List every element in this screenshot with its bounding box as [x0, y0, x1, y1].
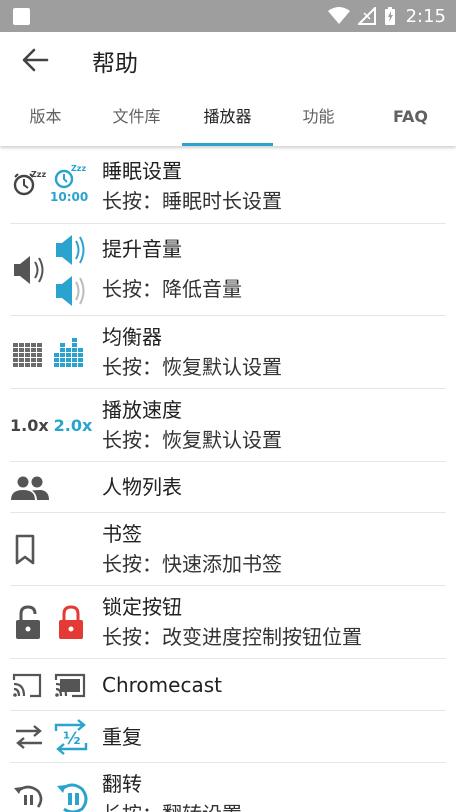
svg-text:10:00: 10:00 — [50, 190, 88, 204]
help-list: Zzz Zzz 10:00 睡眠设置 长按：睡眠时长设置 提升音量 长按：降低音… — [0, 146, 456, 812]
item-title: 均衡器 — [102, 325, 162, 349]
item-title: Chromecast — [102, 673, 222, 697]
sleep-timer-icon: Zzz Zzz 10:00 — [10, 146, 92, 224]
notification-icon — [13, 8, 30, 25]
item-subtitle: 长按：降低音量 — [102, 277, 242, 301]
svg-text:Zzz: Zzz — [31, 170, 46, 179]
tab-label: 功能 — [302, 107, 335, 126]
svg-text:½: ½ — [63, 729, 81, 749]
lock-icon — [10, 586, 92, 659]
tab-player[interactable]: 播放器 — [182, 88, 273, 146]
tab-library[interactable]: 文件库 — [91, 88, 182, 146]
battery-icon — [384, 7, 395, 25]
repeat-icon: ½ — [10, 711, 92, 763]
list-item-bookmark[interactable]: 书签 长按：快速添加书签 — [0, 513, 456, 586]
playback-speed-icon: 1.0x 2.0x — [10, 389, 92, 462]
item-title: 书签 — [102, 522, 142, 546]
list-item-equalizer[interactable]: 均衡器 长按：恢复默认设置 — [0, 316, 456, 389]
item-subtitle: 长按：恢复默认设置 — [102, 428, 282, 452]
app-bar: 帮助 — [0, 32, 456, 88]
item-title: 重复 — [102, 725, 142, 749]
item-title: 睡眠设置 — [102, 159, 182, 183]
item-subtitle: 长按：快速添加书签 — [102, 552, 282, 576]
page-title: 帮助 — [92, 51, 138, 77]
item-subtitle: 长按：翻转设置 — [102, 799, 242, 812]
list-item-sleep[interactable]: Zzz Zzz 10:00 睡眠设置 长按：睡眠时长设置 — [0, 146, 456, 224]
list-item-lock[interactable]: 锁定按钮 长按：改变进度控制按钮位置 — [0, 586, 456, 659]
tab-bar: 版本 文件库 播放器 功能 FAQ — [0, 88, 456, 146]
item-subtitle: 长按：改变进度控制按钮位置 — [102, 625, 362, 649]
tab-label: 文件库 — [112, 107, 161, 126]
item-subtitle: 长按：睡眠时长设置 — [102, 189, 282, 213]
tab-faq[interactable]: FAQ — [365, 88, 456, 146]
list-item-rewind[interactable]: 翻转 长按：翻转设置 — [0, 763, 456, 812]
tab-label: 播放器 — [203, 107, 252, 126]
rewind-icon — [10, 763, 92, 812]
people-icon — [10, 462, 92, 513]
list-item-repeat[interactable]: ½ 重复 — [0, 711, 456, 763]
status-bar: 2:15 — [0, 0, 456, 32]
tab-version[interactable]: 版本 — [0, 88, 91, 146]
svg-text:Zzz: Zzz — [71, 164, 86, 173]
item-subtitle: 长按：恢复默认设置 — [102, 355, 282, 379]
list-item-chromecast[interactable]: Chromecast — [0, 659, 456, 711]
item-title: 提升音量 — [102, 237, 182, 261]
cast-icon — [10, 659, 92, 711]
back-arrow-icon[interactable] — [20, 46, 50, 74]
tab-label: FAQ — [392, 107, 429, 126]
tab-label: 版本 — [29, 107, 62, 126]
equalizer-icon — [10, 316, 92, 389]
signal-icon — [357, 7, 376, 25]
item-title: 翻转 — [102, 772, 142, 796]
list-item-speed[interactable]: 1.0x 2.0x 播放速度 长按：恢复默认设置 — [0, 389, 456, 462]
item-title: 播放速度 — [102, 398, 182, 422]
wifi-icon — [327, 7, 350, 24]
tab-indicator — [182, 143, 273, 146]
volume-boost-icon — [10, 224, 92, 316]
speed-normal-label: 1.0x — [10, 416, 49, 435]
list-item-people[interactable]: 人物列表 — [0, 462, 456, 513]
list-item-volume[interactable]: 提升音量 长按：降低音量 — [0, 224, 456, 316]
item-title: 锁定按钮 — [102, 595, 182, 619]
item-title: 人物列表 — [102, 475, 182, 499]
bookmark-icon — [10, 513, 92, 586]
tab-features[interactable]: 功能 — [273, 88, 364, 146]
speed-fast-label: 2.0x — [53, 416, 93, 435]
status-time: 2:15 — [405, 5, 446, 27]
